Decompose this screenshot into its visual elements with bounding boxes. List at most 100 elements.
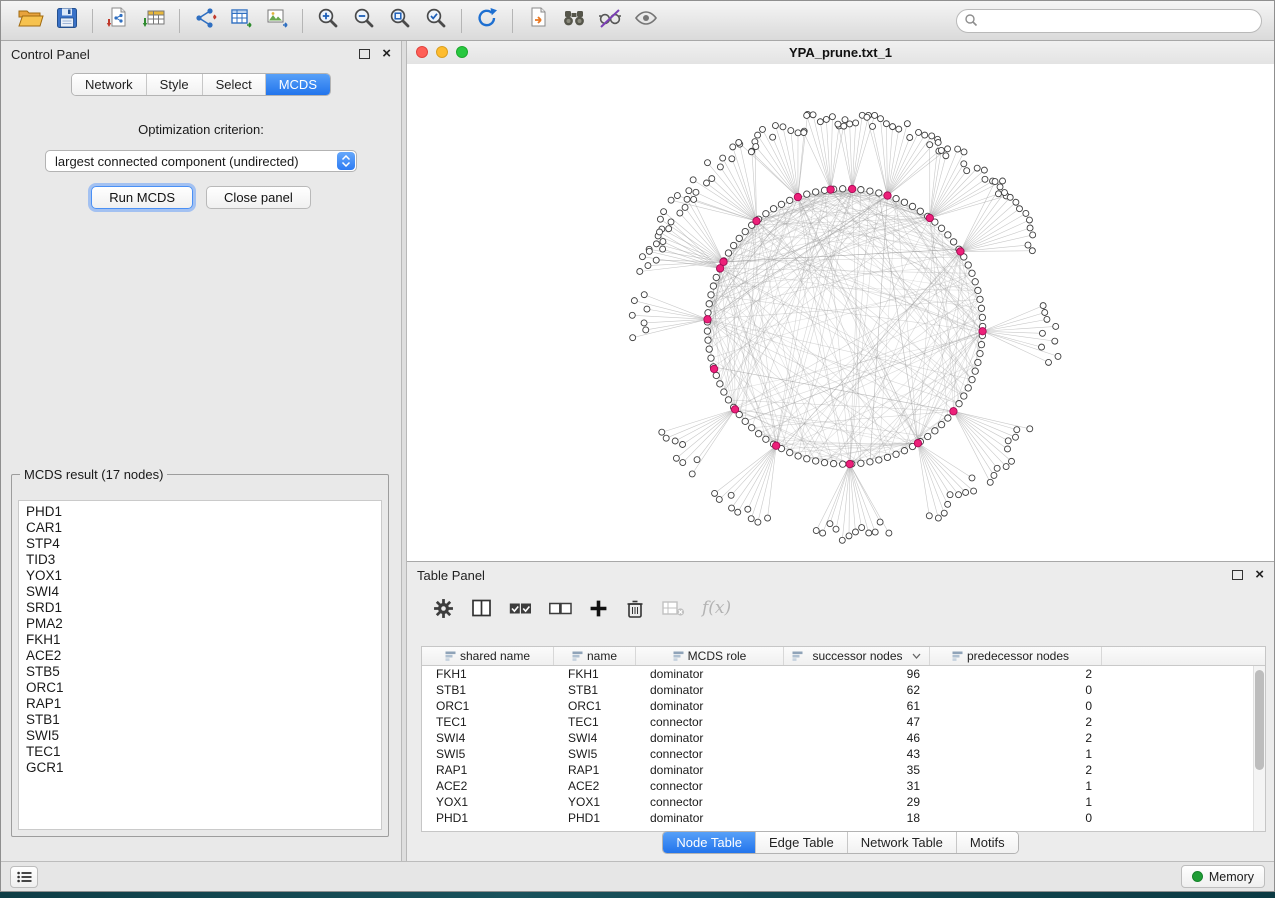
leaf-node[interactable] — [680, 442, 686, 448]
leaf-node[interactable] — [945, 501, 951, 507]
leaf-node[interactable] — [657, 229, 663, 235]
ring-node[interactable] — [884, 454, 890, 460]
leaf-node[interactable] — [833, 526, 839, 532]
ring-node[interactable] — [812, 189, 818, 195]
ring-node[interactable] — [705, 337, 711, 343]
leaf-node[interactable] — [943, 153, 949, 159]
leaf-node[interactable] — [827, 521, 833, 527]
leaf-node[interactable] — [961, 149, 967, 155]
leaf-node[interactable] — [804, 112, 810, 118]
ring-node[interactable] — [730, 242, 736, 248]
leaf-node[interactable] — [813, 528, 819, 534]
leaf-node[interactable] — [878, 116, 884, 122]
leaf-node[interactable] — [630, 335, 636, 341]
tab-select[interactable]: Select — [202, 74, 265, 95]
gear-icon[interactable] — [433, 595, 454, 621]
close-panel-icon[interactable]: × — [382, 49, 391, 59]
leaf-node[interactable] — [659, 429, 665, 435]
column-header-successor-nodes[interactable]: successor nodes — [784, 647, 930, 665]
table-row[interactable]: FKH1FKH1dominator962 — [422, 666, 1265, 682]
leaf-node[interactable] — [646, 248, 652, 254]
ring-node[interactable] — [742, 418, 748, 424]
leaf-node[interactable] — [677, 210, 683, 216]
ring-node[interactable] — [950, 239, 956, 245]
column-header-predecessor-nodes[interactable]: predecessor nodes — [930, 647, 1102, 665]
mcds-hub-node[interactable] — [772, 442, 779, 449]
leaf-node[interactable] — [728, 492, 734, 498]
leaf-node[interactable] — [645, 263, 651, 269]
mcds-result-item[interactable]: SRD1 — [19, 600, 381, 616]
leaf-node[interactable] — [995, 191, 1001, 197]
leaf-node[interactable] — [955, 146, 961, 152]
leaf-node[interactable] — [729, 505, 735, 511]
column-header-shared-name[interactable]: shared name — [422, 647, 554, 665]
ring-node[interactable] — [938, 225, 944, 231]
mcds-result-item[interactable]: ACE2 — [19, 648, 381, 664]
tab-node-table[interactable]: Node Table — [663, 832, 755, 853]
leaf-node[interactable] — [947, 492, 953, 498]
leaf-node[interactable] — [841, 123, 847, 129]
leaf-node[interactable] — [765, 515, 771, 521]
zoom-fit-button[interactable] — [382, 6, 418, 36]
leaf-node[interactable] — [668, 197, 674, 203]
mcds-result-item[interactable]: PHD1 — [19, 504, 381, 520]
leaf-node[interactable] — [994, 465, 1000, 471]
ring-node[interactable] — [925, 433, 931, 439]
leaf-node[interactable] — [1016, 206, 1022, 212]
ring-node[interactable] — [972, 368, 978, 374]
optimization-criterion-dropdown[interactable]: largest connected component (undirected) — [45, 150, 357, 172]
leaf-node[interactable] — [852, 529, 858, 535]
ring-node[interactable] — [901, 447, 907, 453]
leaf-node[interactable] — [907, 135, 913, 141]
leaf-node[interactable] — [847, 121, 853, 127]
leaf-node[interactable] — [1023, 210, 1029, 216]
tab-edge-table[interactable]: Edge Table — [755, 832, 847, 853]
ring-node[interactable] — [717, 381, 723, 387]
ring-node[interactable] — [938, 421, 944, 427]
leaf-node[interactable] — [663, 435, 669, 441]
ring-node[interactable] — [956, 400, 962, 406]
leaf-node[interactable] — [755, 132, 761, 138]
leaf-node[interactable] — [641, 320, 647, 326]
mcds-hub-node[interactable] — [926, 214, 933, 221]
ring-node[interactable] — [708, 355, 714, 361]
ring-node[interactable] — [978, 305, 984, 311]
ring-node[interactable] — [961, 393, 967, 399]
ring-node[interactable] — [749, 425, 755, 431]
leaf-node[interactable] — [1053, 323, 1059, 329]
leaf-node[interactable] — [682, 204, 688, 210]
leaf-node[interactable] — [1005, 446, 1011, 452]
leaf-node[interactable] — [770, 134, 776, 140]
share-document-button[interactable] — [520, 6, 556, 36]
table-row[interactable]: YOX1YOX1connector291 — [422, 794, 1265, 810]
leaf-node[interactable] — [1013, 199, 1019, 205]
table-row[interactable]: ORC1ORC1dominator610 — [422, 698, 1265, 714]
leaf-node[interactable] — [1030, 232, 1036, 238]
ring-node[interactable] — [710, 283, 716, 289]
leaf-node[interactable] — [926, 513, 932, 519]
close-window-icon[interactable] — [416, 46, 428, 58]
mcds-hub-node[interactable] — [950, 408, 957, 415]
leaf-node[interactable] — [686, 188, 692, 194]
ring-node[interactable] — [969, 376, 975, 382]
ring-node[interactable] — [840, 461, 846, 467]
export-image-button[interactable] — [259, 6, 295, 36]
maximize-window-icon[interactable] — [456, 46, 468, 58]
leaf-node[interactable] — [927, 142, 933, 148]
leaf-node[interactable] — [684, 196, 690, 202]
leaf-node[interactable] — [629, 312, 635, 318]
ring-node[interactable] — [713, 274, 719, 280]
leaf-node[interactable] — [801, 130, 807, 136]
ring-node[interactable] — [706, 346, 712, 352]
close-panel-icon[interactable]: × — [1255, 570, 1264, 580]
leaf-node[interactable] — [866, 530, 872, 536]
network-graph[interactable] — [407, 64, 1274, 561]
select-all-icon[interactable] — [509, 595, 532, 621]
add-icon[interactable] — [589, 595, 608, 621]
memory-button[interactable]: Memory — [1181, 865, 1265, 888]
leaf-node[interactable] — [730, 144, 736, 150]
leaf-node[interactable] — [1052, 338, 1058, 344]
leaf-node[interactable] — [872, 112, 878, 118]
leaf-node[interactable] — [969, 475, 975, 481]
leaf-node[interactable] — [938, 147, 944, 153]
